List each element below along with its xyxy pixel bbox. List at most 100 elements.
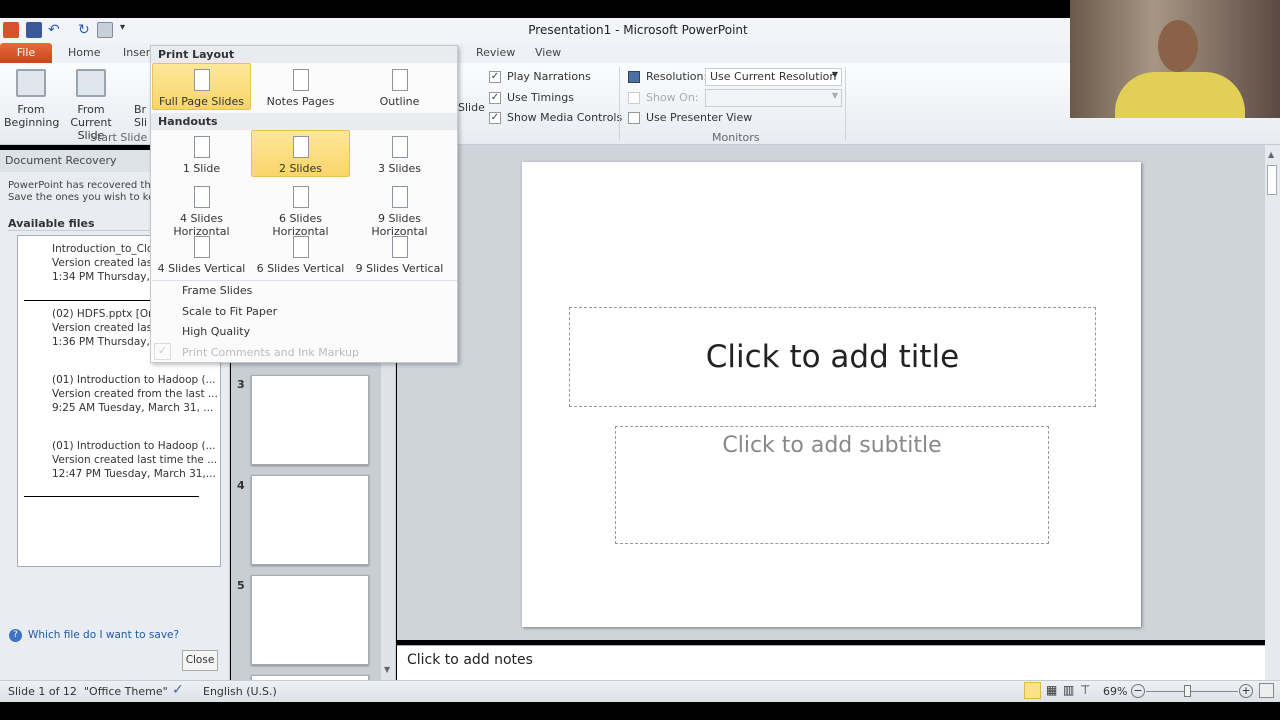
notes-pane[interactable]: Click to add notes bbox=[397, 645, 1265, 680]
reading-view-icon[interactable]: ▥ bbox=[1063, 683, 1074, 697]
play-narrations-checkbox[interactable]: ✓ Play Narrations bbox=[489, 70, 591, 83]
handout-layout-icon bbox=[391, 236, 408, 258]
divider bbox=[24, 496, 199, 497]
slide-thumbnail[interactable] bbox=[251, 475, 369, 565]
handout-option[interactable]: 4 Slides Horizontal bbox=[152, 180, 251, 238]
zoom-slider-thumb[interactable] bbox=[1183, 685, 1191, 697]
resolution-select[interactable]: Use Current Resolution ▼ bbox=[705, 68, 842, 86]
show-on-label: Show On: bbox=[628, 91, 699, 104]
vertical-scrollbar[interactable]: ▲ bbox=[1265, 145, 1280, 680]
slide-counter: Slide 1 of 12 bbox=[8, 685, 77, 698]
handout-layout-icon bbox=[292, 236, 309, 258]
checkmark-disabled-icon: ✓ bbox=[154, 343, 171, 360]
scale-to-fit-paper-option[interactable]: Scale to Fit Paper bbox=[182, 305, 277, 318]
spell-check-icon[interactable]: ✓ bbox=[172, 682, 184, 698]
theme-name: "Office Theme" bbox=[84, 685, 168, 698]
handout-option[interactable]: 2 Slides bbox=[251, 130, 350, 177]
handout-option[interactable]: 1 Slide bbox=[152, 130, 251, 177]
slide-sorter-icon[interactable]: ▦ bbox=[1046, 683, 1057, 697]
handout-option[interactable]: 9 Slides Vertical bbox=[350, 230, 449, 277]
show-media-controls-checkbox[interactable]: ✓ Show Media Controls bbox=[489, 111, 622, 124]
tab-home[interactable]: Home bbox=[68, 46, 100, 59]
slide-thumbnail[interactable] bbox=[251, 575, 369, 665]
zoom-in-icon[interactable]: + bbox=[1239, 684, 1253, 698]
status-bar: Slide 1 of 12 "Office Theme" ✓ English (… bbox=[0, 680, 1280, 702]
zoom-slider[interactable] bbox=[1146, 691, 1238, 692]
print-comments-option: Print Comments and Ink Markup bbox=[182, 346, 359, 359]
tab-view[interactable]: View bbox=[535, 46, 561, 59]
fit-to-window-icon[interactable] bbox=[1259, 683, 1274, 698]
high-quality-option[interactable]: High Quality bbox=[182, 325, 250, 338]
group-divider bbox=[619, 67, 620, 141]
use-presenter-view-checkbox[interactable]: Use Presenter View bbox=[628, 111, 752, 124]
help-icon: ? bbox=[9, 629, 22, 642]
slide-canvas: Click to add title Click to add subtitle bbox=[522, 162, 1141, 627]
monitor-icon bbox=[628, 70, 640, 83]
scroll-up-icon[interactable]: ▲ bbox=[1268, 150, 1274, 159]
from-beginning-button[interactable]: From Beginning bbox=[4, 69, 59, 129]
frame-slides-option[interactable]: Frame Slides bbox=[182, 284, 252, 297]
page-layout-icon bbox=[292, 69, 309, 91]
handout-option[interactable]: 6 Slides Vertical bbox=[251, 230, 350, 277]
show-on-select[interactable]: ▼ bbox=[705, 89, 842, 107]
group-label-start-slideshow: Start Slide S bbox=[90, 131, 158, 144]
slide-number: 3 bbox=[237, 378, 245, 391]
handout-layout-icon bbox=[391, 136, 408, 158]
monitor-disabled-icon bbox=[628, 91, 640, 104]
layout-option[interactable]: Outline bbox=[350, 63, 449, 110]
tab-file[interactable]: File bbox=[0, 43, 52, 64]
handout-options: 1 Slide 2 Slides 3 Slides 4 Slides Horizont… bbox=[152, 130, 449, 277]
chevron-down-icon: ▼ bbox=[831, 70, 838, 79]
layout-option[interactable]: Notes Pages bbox=[251, 63, 350, 110]
handout-layout-icon bbox=[193, 236, 210, 258]
checkbox-checked-icon: ✓ bbox=[489, 70, 501, 83]
zoom-level[interactable]: 69% bbox=[1103, 685, 1127, 698]
checkbox-unchecked-icon bbox=[628, 111, 640, 124]
handout-layout-icon bbox=[292, 186, 309, 208]
normal-view-icon[interactable] bbox=[1024, 682, 1041, 699]
which-file-help-link[interactable]: Which file do I want to save? bbox=[28, 629, 179, 641]
handout-layout-icon bbox=[391, 186, 408, 208]
handout-option[interactable]: 4 Slides Vertical bbox=[152, 230, 251, 277]
slideshow-current-icon bbox=[76, 69, 106, 97]
handout-layout-icon bbox=[193, 136, 210, 158]
page-layout-icon bbox=[391, 69, 408, 91]
recovery-message: PowerPoint has recovered the f Save the o… bbox=[8, 180, 167, 203]
recovered-file-item[interactable]: (01) Introduction to Hadoop (... Version … bbox=[52, 439, 232, 481]
slideshow-view-icon[interactable]: ⊤ bbox=[1080, 683, 1090, 697]
handout-layout-icon bbox=[292, 136, 309, 158]
broadcast-slideshow-button[interactable]: Br Sli bbox=[134, 103, 150, 129]
print-layout-options: Full Page Slides Notes Pages Outline bbox=[152, 63, 449, 110]
checkbox-checked-icon: ✓ bbox=[489, 91, 501, 104]
slide-number: 4 bbox=[237, 479, 245, 492]
handouts-heading: Handouts bbox=[151, 113, 457, 130]
scroll-thumb[interactable] bbox=[1267, 165, 1277, 195]
handout-option[interactable]: 9 Slides Horizontal bbox=[350, 180, 449, 238]
tab-review[interactable]: Review bbox=[476, 46, 515, 59]
slide-number: 5 bbox=[237, 579, 245, 592]
webcam-overlay bbox=[1070, 0, 1280, 118]
subtitle-placeholder[interactable]: Click to add subtitle bbox=[615, 426, 1049, 544]
slideshow-play-icon bbox=[16, 69, 46, 97]
slide-editing-area: Click to add title Click to add subtitle bbox=[397, 145, 1267, 640]
use-timings-checkbox[interactable]: ✓ Use Timings bbox=[489, 91, 574, 104]
layout-option[interactable]: Full Page Slides bbox=[152, 63, 251, 110]
handout-layout-icon bbox=[193, 186, 210, 208]
checkbox-checked-icon: ✓ bbox=[489, 111, 501, 124]
print-layout-dropdown: Print Layout Full Page Slides Notes Pages… bbox=[150, 45, 458, 363]
group-label-monitors: Monitors bbox=[712, 131, 760, 144]
chevron-down-icon: ▼ bbox=[831, 91, 838, 100]
language[interactable]: English (U.S.) bbox=[203, 685, 277, 698]
group-divider bbox=[845, 67, 846, 141]
handout-option[interactable]: 3 Slides bbox=[350, 130, 449, 177]
title-placeholder[interactable]: Click to add title bbox=[569, 307, 1096, 407]
custom-slideshow-button[interactable]: Slide bbox=[458, 101, 485, 114]
slide-thumbnail[interactable] bbox=[251, 375, 369, 465]
handout-option[interactable]: 6 Slides Horizontal bbox=[251, 180, 350, 238]
presenter-face bbox=[1158, 20, 1198, 72]
zoom-out-icon[interactable]: − bbox=[1131, 684, 1145, 698]
recovered-file-item[interactable]: (01) Introduction to Hadoop (... Version … bbox=[52, 373, 232, 415]
close-button[interactable]: Close bbox=[182, 650, 218, 671]
scroll-down-icon[interactable]: ▼ bbox=[384, 665, 390, 674]
resolution-label: Resolution: bbox=[628, 70, 707, 83]
